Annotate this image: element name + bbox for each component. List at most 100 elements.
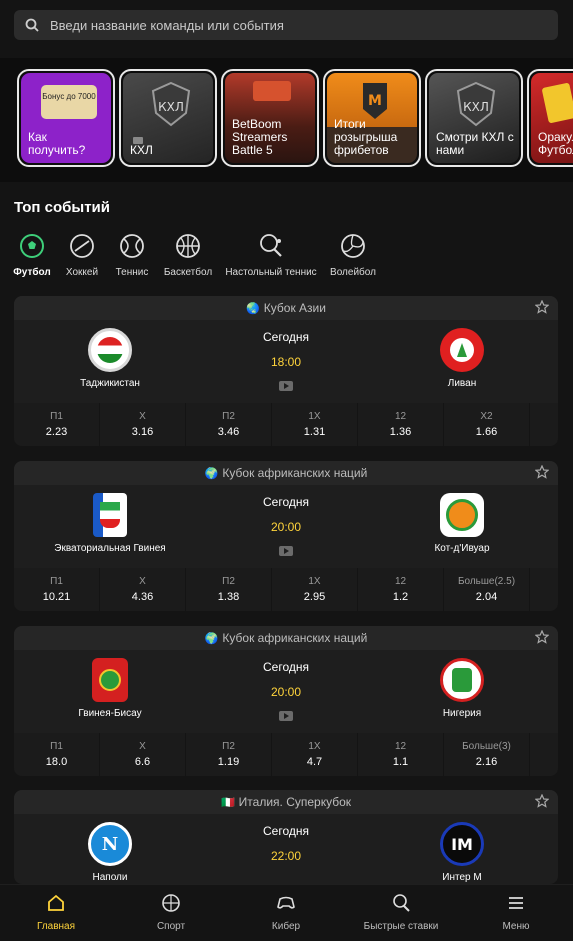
odd-button[interactable]: П1 18.0 [14, 733, 100, 776]
sport-tabs: Футбол Хоккей Теннис Баскетбол Настольны… [0, 233, 573, 283]
odd-button[interactable]: Х 6.6 [100, 733, 186, 776]
odd-value: 3.16 [131, 426, 154, 438]
tab-tennis[interactable]: Теннис [114, 233, 150, 278]
match-time: Сегодня 18:00 [226, 330, 346, 391]
odd-label: П2 [222, 741, 235, 752]
nav-cyber[interactable]: Кибер [241, 893, 331, 932]
bonus-badge: Бонус до 7000 [41, 85, 97, 119]
odd-label: 12 [394, 411, 407, 422]
home-team[interactable]: Гвинея-Бисау [50, 658, 170, 719]
home-team[interactable]: Экваториальная Гвинея [50, 493, 170, 554]
odd-value: 4.7 [306, 756, 323, 768]
guinea-bissau-crest-icon [92, 658, 128, 702]
away-team[interactable]: Нигерия [402, 658, 522, 719]
odd-button[interactable]: М [530, 568, 558, 611]
tab-label: Футбол [13, 267, 51, 278]
nav-label: Кибер [271, 921, 301, 932]
story-bonus[interactable]: Бонус до 7000 Как получить? [17, 69, 115, 167]
odd-button[interactable]: 12 1.1 [358, 733, 444, 776]
odd-value: 1.1 [392, 756, 409, 768]
team-name: Нигерия [442, 708, 482, 719]
tab-basketball[interactable]: Баскетбол [162, 233, 214, 278]
team-name: Интер М [442, 872, 482, 883]
odd-button[interactable]: Х2 1.66 [444, 403, 530, 446]
away-team[interactable]: IM Интер М [402, 822, 522, 883]
odd-value: 1.36 [389, 426, 412, 438]
home-team[interactable]: Таджикистан [50, 328, 170, 389]
odd-button[interactable]: 1Х 4.7 [272, 733, 358, 776]
nav-fast-bets[interactable]: Быстрые ставки [356, 893, 446, 932]
odd-label: П2 [222, 411, 235, 422]
odd-button[interactable]: П2 3.46 [186, 403, 272, 446]
event-card[interactable]: 🌍 Кубок африканских наций Гвинея-Бисау С… [14, 626, 558, 776]
odd-button[interactable]: 12 1.36 [358, 403, 444, 446]
odd-button[interactable]: Больше(3) 2.16 [444, 733, 530, 776]
odd-label: Х [139, 411, 146, 422]
team-name: Кот-д'Ивуар [434, 543, 490, 554]
odd-value: 6.6 [134, 756, 151, 768]
event-card[interactable]: 🌍 Кубок африканских наций Экваториальная… [14, 461, 558, 611]
away-team[interactable]: Ливан [402, 328, 522, 389]
star-icon[interactable] [535, 794, 549, 808]
story-watch-khl[interactable]: КХЛ Смотри КХЛ с нами [425, 69, 523, 167]
svg-text:КХЛ: КХЛ [463, 100, 489, 114]
basketball-icon [162, 894, 180, 912]
bottom-navigation: Главная Спорт Кибер Быстрые ставки Меню [0, 884, 573, 941]
svg-text:КХЛ: КХЛ [158, 100, 184, 114]
event-card[interactable]: 🌏 Кубок Азии Таджикистан Сегодня 18:00 Л… [14, 296, 558, 446]
tennis-icon [120, 234, 144, 258]
football-icon [20, 234, 44, 258]
story-streamers[interactable]: BetBoom Streamers Battle 5 [221, 69, 319, 167]
away-team[interactable]: Кот-д'Ивуар [402, 493, 522, 554]
tab-volleyball[interactable]: Волейбол [329, 233, 377, 278]
odd-button[interactable]: 12 1.2 [358, 568, 444, 611]
tab-hockey[interactable]: Хоккей [63, 233, 101, 278]
home-team[interactable]: N Наполи [50, 822, 170, 883]
league-header: 🌏 Кубок Азии [14, 296, 558, 320]
match-day: Сегодня [263, 495, 309, 509]
stories-carousel: Бонус до 7000 Как получить? КХЛ КХЛ BetB… [0, 58, 573, 182]
tab-table-tennis[interactable]: Настольный теннис [225, 233, 317, 278]
odd-button[interactable]: Больше(2.5) 2.04 [444, 568, 530, 611]
search-bar[interactable] [14, 10, 558, 40]
story-label: BetBoom Streamers Battle 5 [232, 117, 288, 157]
story-freebets[interactable]: M Итоги розыгрыша фрибетов [323, 69, 421, 167]
odd-button[interactable]: П1 2.23 [14, 403, 100, 446]
match-start-time: 20:00 [270, 685, 302, 699]
odd-button[interactable]: Х 4.36 [100, 568, 186, 611]
odd-label: Х [139, 576, 146, 587]
card-icon [541, 82, 573, 124]
odd-button[interactable]: П2 1.38 [186, 568, 272, 611]
tab-football[interactable]: Футбол [13, 233, 51, 278]
nav-sport[interactable]: Спорт [126, 893, 216, 932]
odd-button[interactable]: М [530, 733, 558, 776]
star-icon[interactable] [535, 630, 549, 644]
star-icon[interactable] [535, 300, 549, 314]
odd-button[interactable]: Х 3.16 [100, 403, 186, 446]
nav-home[interactable]: Главная [11, 893, 101, 932]
event-card[interactable]: 🇮🇹 Италия. Суперкубок N Наполи Сегодня 2… [14, 790, 558, 884]
odd-value: 1.38 [217, 591, 240, 603]
odds-row: П1 18.0 Х 6.6 П2 1.19 1Х 4.7 12 1.1 Больше(3)… [14, 733, 558, 776]
story-oracle[interactable]: Оракул Футбол [527, 69, 573, 167]
odd-button[interactable]: 1Х 2.95 [272, 568, 358, 611]
table-tennis-icon [393, 894, 410, 912]
team-name: Ливан [447, 378, 477, 389]
star-icon[interactable] [535, 465, 549, 479]
volleyball-icon [341, 234, 365, 258]
odd-button[interactable]: Б [530, 403, 558, 446]
match-time: Сегодня 20:00 [226, 660, 346, 721]
gamepad-icon [277, 896, 295, 909]
odd-button[interactable]: П1 10.21 [14, 568, 100, 611]
match-day: Сегодня [263, 824, 309, 838]
story-label: КХЛ [130, 143, 153, 157]
flag-icon: 🌍 [204, 632, 219, 645]
odd-button[interactable]: П2 1.19 [186, 733, 272, 776]
odd-button[interactable]: 1Х 1.31 [272, 403, 358, 446]
nav-menu[interactable]: Меню [471, 893, 561, 932]
match-time: Сегодня 20:00 [226, 495, 346, 556]
search-input[interactable] [50, 17, 530, 33]
search-icon [25, 18, 39, 32]
story-khl[interactable]: КХЛ КХЛ [119, 69, 217, 167]
odd-label: П2 [222, 576, 235, 587]
